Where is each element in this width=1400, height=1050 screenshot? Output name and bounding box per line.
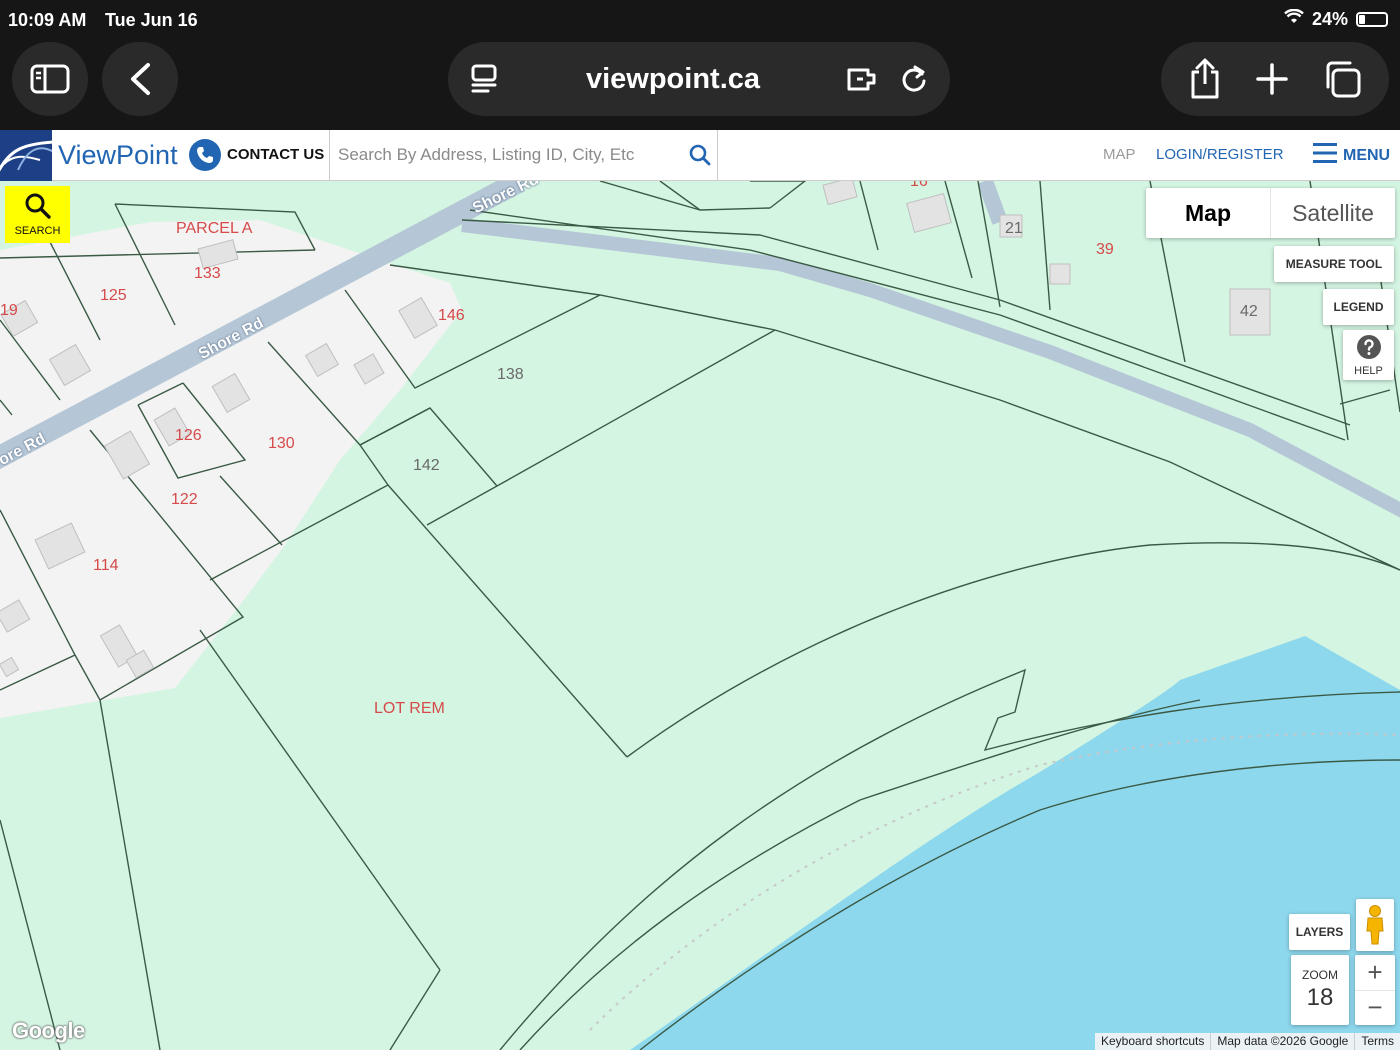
street-view-pegman-icon[interactable]: [1356, 899, 1394, 951]
url-text[interactable]: viewpoint.ca: [586, 63, 760, 96]
chevron-left-icon: [128, 62, 152, 96]
search-box: [329, 130, 718, 181]
lot-label[interactable]: 21: [1005, 220, 1023, 238]
menu-label: MENU: [1343, 146, 1391, 164]
lot-label[interactable]: 146: [438, 307, 465, 325]
page-menu-icon[interactable]: [470, 63, 500, 95]
search-icon[interactable]: [688, 143, 712, 172]
nav-login-link[interactable]: LOGIN/REGISTER: [1156, 146, 1284, 163]
status-time: 10:09 AM: [8, 10, 87, 30]
search-input[interactable]: [338, 140, 678, 170]
keyboard-shortcuts-link[interactable]: Keyboard shortcuts: [1095, 1033, 1210, 1050]
map-type-satellite-button[interactable]: Satellite: [1270, 188, 1395, 238]
legend-button[interactable]: LEGEND: [1323, 289, 1394, 325]
map-data-credit: Map data ©2026 Google: [1210, 1033, 1354, 1050]
site-header: ViewPoint CONTACT US MAP LOGIN/REGISTER …: [0, 130, 1400, 181]
browser-actions: [1161, 42, 1389, 116]
lot-label[interactable]: 133: [194, 265, 221, 283]
map-attribution: Keyboard shortcuts Map data ©2026 Google…: [1095, 1033, 1400, 1050]
lot-label[interactable]: 122: [171, 491, 198, 509]
viewpoint-logo-icon[interactable]: [0, 130, 52, 181]
map-type-toggle: Map Satellite: [1146, 188, 1395, 238]
help-button[interactable]: HELP: [1343, 330, 1394, 380]
lot-label[interactable]: LOT REM: [374, 700, 445, 718]
back-button[interactable]: [102, 42, 178, 116]
terms-link[interactable]: Terms: [1354, 1033, 1400, 1050]
contact-us-link[interactable]: CONTACT US: [227, 146, 324, 163]
search-icon: [24, 192, 52, 223]
share-icon[interactable]: [1188, 58, 1222, 100]
lot-label[interactable]: 130: [268, 435, 295, 453]
lot-label[interactable]: 16: [910, 181, 928, 191]
menu-button[interactable]: MENU: [1313, 142, 1390, 169]
zoom-controls: + −: [1355, 955, 1395, 1025]
lot-label[interactable]: PARCEL A: [176, 220, 252, 238]
logo-text[interactable]: ViewPoint: [58, 140, 178, 171]
map-search-button[interactable]: SEARCH: [5, 186, 70, 243]
lot-label[interactable]: 138: [497, 366, 524, 384]
hamburger-icon: [1313, 142, 1337, 169]
lot-label[interactable]: 125: [100, 287, 127, 305]
map-canvas[interactable]: PARCEL A 133 125 19 146 138 126 130 142 …: [0, 181, 1400, 1050]
lot-label[interactable]: 42: [1240, 303, 1258, 321]
zoom-label: ZOOM: [1302, 968, 1338, 982]
phone-icon[interactable]: [189, 139, 221, 171]
lot-label[interactable]: 114: [93, 557, 119, 575]
map-search-label: SEARCH: [14, 225, 61, 237]
wifi-icon: [1284, 8, 1304, 30]
browser-chrome: 10:09 AM Tue Jun 16 24% viewpoint.ca: [0, 0, 1400, 130]
zoom-value: 18: [1306, 984, 1334, 1011]
sidebar-toggle-button[interactable]: [12, 42, 88, 116]
sidebar-icon: [30, 63, 70, 95]
new-tab-icon[interactable]: [1256, 63, 1288, 95]
google-logo: Google: [12, 1018, 85, 1043]
parcel-map-drawing: [0, 181, 1400, 1050]
lot-label[interactable]: 39: [1096, 241, 1114, 259]
zoom-level-display: ZOOM 18: [1291, 955, 1349, 1025]
lot-label[interactable]: 126: [175, 427, 202, 445]
zoom-in-button[interactable]: +: [1355, 955, 1395, 990]
map-type-map-button[interactable]: Map: [1146, 188, 1270, 238]
help-icon: [1356, 334, 1382, 363]
help-label: HELP: [1354, 364, 1383, 377]
zoom-out-button[interactable]: −: [1355, 989, 1395, 1026]
battery-icon: [1356, 12, 1388, 27]
lot-label[interactable]: 142: [413, 457, 440, 475]
reload-icon[interactable]: [900, 64, 928, 94]
measure-tool-button[interactable]: MEASURE TOOL: [1274, 246, 1394, 282]
address-bar[interactable]: viewpoint.ca: [448, 42, 950, 116]
layers-button[interactable]: LAYERS: [1289, 914, 1350, 950]
lot-label[interactable]: 19: [0, 302, 18, 320]
battery-percent: 24%: [1311, 9, 1348, 29]
nav-map-link[interactable]: MAP: [1103, 146, 1136, 163]
tabs-overview-icon[interactable]: [1322, 59, 1362, 99]
extension-icon[interactable]: [846, 64, 882, 94]
status-date: Tue Jun 16: [105, 10, 198, 30]
status-indicators: 24%: [1284, 8, 1388, 30]
